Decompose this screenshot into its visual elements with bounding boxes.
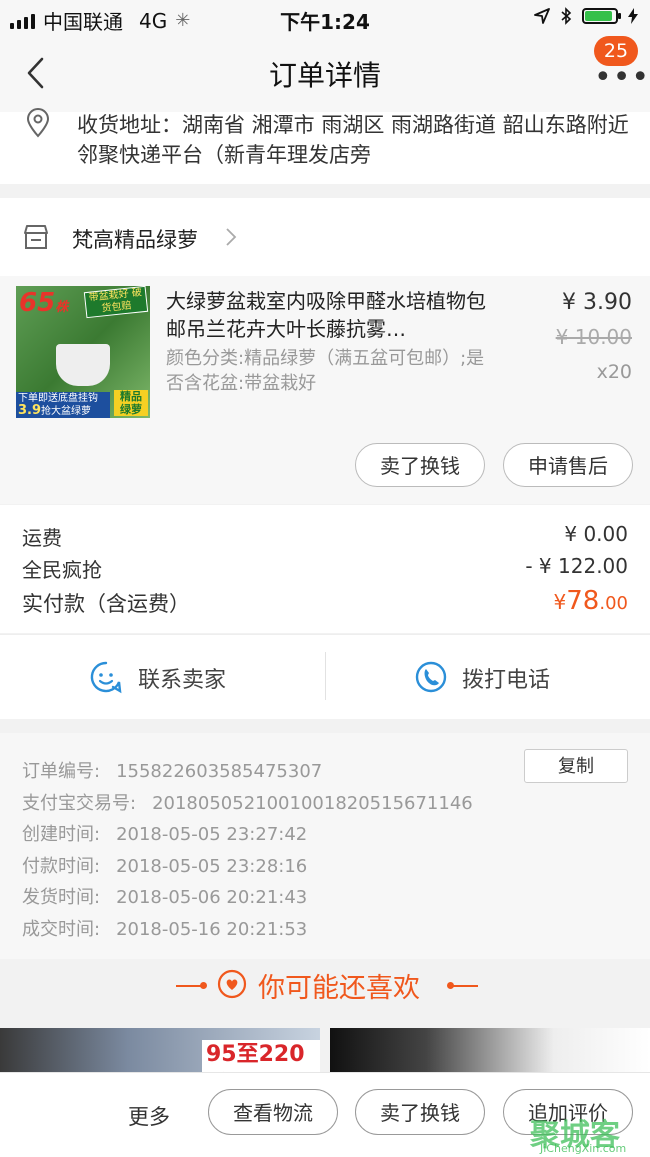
sell-again-button[interactable]: 卖了换钱 [355,1089,485,1135]
location-pin-icon [26,108,50,138]
order-info-label: 创建时间: [22,824,101,845]
order-info-label: 订单编号: [22,761,101,782]
view-logistics-button[interactable]: 查看物流 [208,1089,338,1135]
phone-icon[interactable] [414,660,448,694]
order-info-row: 创建时间: 2018-05-05 23:27:42 [22,820,307,846]
charging-icon [628,8,638,24]
order-info-label: 成交时间: [22,919,101,940]
recommend-product-image[interactable] [330,1028,650,1073]
product-quantity: x20 [596,361,632,383]
after-sale-button[interactable]: 申请售后 [503,443,633,487]
order-info-value: 2018-05-06 20:21:43 [116,887,308,908]
shop-icon [24,225,48,249]
shipping-address: 收货地址：湖南省 湘潭市 雨湖区 雨湖路街道 韶山东路附近邻聚快递平台（新青年理… [77,113,629,167]
order-info-label: 发货时间: [22,887,101,908]
recommend-tag: 95至220斤 [202,1040,320,1073]
order-info-value: 2018-05-05 23:27:42 [116,824,308,845]
order-info-row: 订单编号: 155822603585475307 [22,757,322,783]
order-info-value: 2018-05-16 20:21:53 [116,919,308,940]
discount-value: - ¥ 122.00 [525,554,628,578]
copy-button[interactable]: 复制 [524,749,628,783]
order-info-row: 付款时间: 2018-05-05 23:28:16 [22,852,307,878]
order-info-row: 成交时间: 2018-05-16 20:21:53 [22,915,307,941]
rec-line-right [450,985,478,987]
thumb-tag-bottom: 精品 绿萝 [114,390,148,416]
message-badge: 25 [594,36,638,66]
order-info-value: 2018050521001001820515671146 [152,793,473,814]
contact-divider [325,652,326,700]
bluetooth-icon [561,7,572,25]
order-info-row: 支付宝交易号: 2018050521001001820515671146 [22,789,473,815]
thumb-tag-top: 带盆栽好 破货包赔 [83,286,149,319]
original-price: ¥ 10.00 [555,325,632,349]
call-phone-button[interactable]: 拨打电话 [462,662,550,694]
total-amount: ¥78.00 [553,586,628,616]
order-info-label: 支付宝交易号: [22,793,137,814]
more-button[interactable]: 更多 [128,1101,170,1131]
sell-button[interactable]: 卖了换钱 [355,443,485,487]
order-info-value: 155822603585475307 [116,761,323,782]
recommend-product-image[interactable]: 95至220斤 [0,1028,320,1073]
discount-label: 全民疯抢 [22,558,102,582]
chevron-right-icon [226,228,237,246]
status-right [534,7,638,25]
product-title[interactable]: 大绿萝盆栽室内吸除甲醛水培植物包邮吊兰花卉大叶长藤抗雾… [166,287,496,343]
more-menu-button[interactable]: ••• [594,63,650,93]
chat-smile-icon[interactable] [89,660,123,694]
total-label: 实付款（含运费） [22,592,190,616]
product-sku: 颜色分类:精品绿萝（满五盆可包邮）;是否含花盆:带盆栽好 [166,348,485,394]
order-info-value: 2018-05-05 23:28:16 [116,856,308,877]
shipping-value: ¥ 0.00 [564,522,628,546]
shipping-label: 运费 [22,526,62,550]
recommend-title: 你可能还喜欢 [258,973,420,1004]
product-price: ¥ 3.90 [562,290,632,315]
order-info-row: 发货时间: 2018-05-06 20:21:43 [22,883,307,909]
contact-seller-button[interactable]: 联系卖家 [138,662,226,694]
page-title: 订单详情 [268,59,381,92]
rec-dot-left [200,982,207,989]
product-thumbnail[interactable]: 65株 带盆栽好 破货包赔 下单即送底盘挂钩 3.9抢大盆绿萝 精品 绿萝 [16,286,150,418]
thumb-band: 下单即送底盘挂钩 3.9抢大盆绿萝 [16,392,110,418]
shop-name[interactable]: 梵高精品绿萝 [72,224,198,254]
watermark-url: JiChengXin.com [540,1142,627,1155]
heart-icon [217,969,247,999]
order-info-label: 付款时间: [22,856,101,877]
thumb-pot [56,344,110,386]
thumb-count: 65株 [19,288,69,318]
battery-icon [582,8,621,24]
location-arrow-icon [534,8,550,24]
